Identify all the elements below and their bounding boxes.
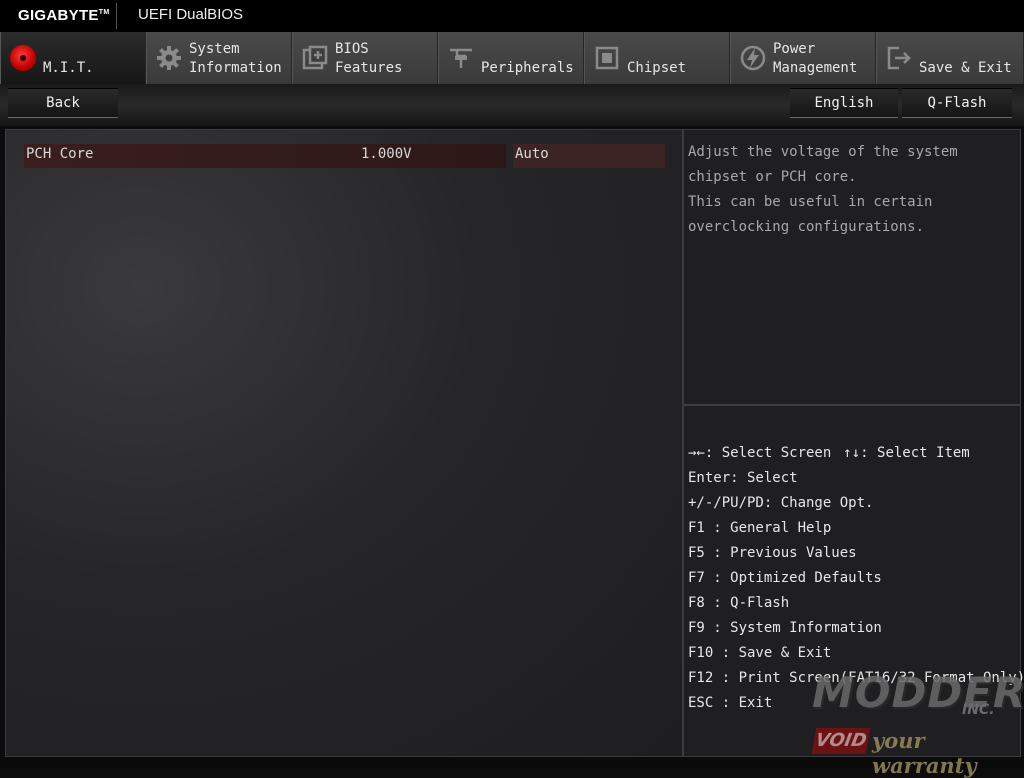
tab-label: Information [189, 60, 282, 76]
key-legend-line: F1 : General Help [688, 520, 832, 536]
tab-label-line1: Power [773, 41, 816, 57]
qflash-button[interactable]: Q-Flash [902, 88, 1012, 118]
back-button[interactable]: Back [8, 88, 118, 118]
key-legend-line: Enter: Select [688, 470, 798, 486]
select-screen-hint: →←: Select Screen [688, 445, 832, 461]
key-legend-panel: →←: Select Screen ↑↓: Select Item Enter: … [683, 405, 1024, 757]
key-legend-line: F5 : Previous Values [688, 545, 857, 561]
exit-icon [887, 46, 911, 70]
key-legend-line: F9 : System Information [688, 620, 882, 636]
key-legend-line: F7 : Optimized Defaults [688, 570, 882, 586]
power-bolt-icon [740, 45, 766, 71]
tab-label-line1: System [189, 41, 240, 57]
gigabyte-logo: GIGABYTETM [18, 7, 110, 24]
tab-save-exit[interactable]: Save & Exit [876, 32, 1024, 84]
help-panel: Adjust the voltage of the system chipset… [683, 129, 1021, 405]
main-tabs: M.I.T. System Information BIOS Features … [0, 32, 1024, 84]
tab-mit[interactable]: M.I.T. [0, 32, 146, 84]
help-text: Adjust the voltage of the system [688, 144, 958, 160]
mit-icon [10, 45, 36, 71]
tab-peripherals[interactable]: Peripherals [438, 32, 584, 84]
help-text: This can be useful in certain [688, 194, 933, 210]
chipset-icon [595, 46, 619, 70]
help-text: chipset or PCH core. [688, 169, 857, 185]
setting-value-field[interactable]: Auto [513, 144, 665, 168]
gear-icon [157, 46, 181, 70]
tab-label: M.I.T. [43, 60, 94, 76]
key-legend-line: +/-/PU/PD: Change Opt. [688, 495, 874, 511]
key-legend-line: F10 : Save & Exit [688, 645, 832, 661]
language-button[interactable]: English [790, 88, 898, 118]
select-item-hint: ↑↓: Select Item [843, 445, 970, 461]
setting-current-value: 1.000V [361, 146, 412, 162]
key-legend-line: F12 : Print Screen(FAT16/32 Format Only) [688, 670, 1024, 686]
bottom-strip [0, 757, 1024, 768]
sub-toolbar: Back English Q-Flash [0, 84, 1024, 126]
setting-row-pch-core[interactable]: PCH Core 1.000V Auto [24, 144, 666, 168]
tab-system-information[interactable]: System Information [146, 32, 292, 84]
bios-chip-icon [302, 45, 328, 70]
tab-label: Features [335, 60, 403, 76]
tab-label: Management [773, 60, 858, 76]
app-title: UEFI DualBIOS [138, 6, 244, 23]
tab-label: Save & Exit [919, 60, 1012, 76]
tab-power-management[interactable]: Power Management [730, 32, 876, 84]
key-legend-nav: →←: Select Screen ↑↓: Select Item [688, 445, 970, 461]
key-legend-line: F8 : Q-Flash [688, 595, 790, 611]
tab-label-line1: BIOS [335, 41, 369, 57]
peripherals-icon [450, 48, 472, 68]
tab-label: Chipset [627, 60, 687, 76]
title-separator [116, 3, 117, 29]
tab-chipset[interactable]: Chipset [584, 32, 730, 84]
setting-name: PCH Core [24, 144, 506, 168]
settings-panel: PCH Core 1.000V Auto [5, 129, 683, 757]
tab-label: Peripherals [481, 60, 574, 76]
help-text: overclocking configurations. [688, 219, 925, 235]
key-legend-line: ESC : Exit [688, 695, 773, 711]
title-bar: GIGABYTETM UEFI DualBIOS [0, 0, 1024, 32]
tab-bios-features[interactable]: BIOS Features [292, 32, 438, 84]
